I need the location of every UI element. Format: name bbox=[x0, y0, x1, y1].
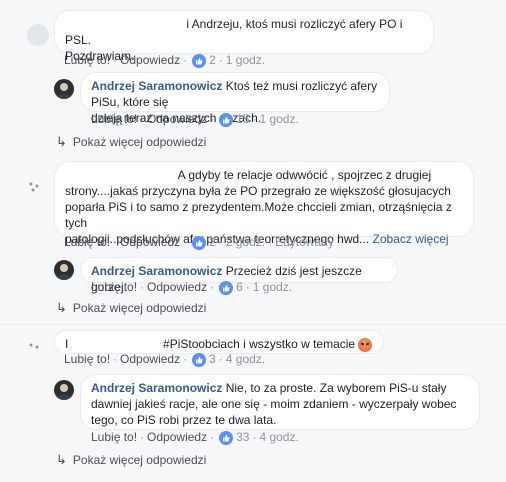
like-link[interactable]: Lubię to! bbox=[64, 352, 110, 366]
like-link[interactable]: Lubię to! bbox=[91, 430, 137, 444]
reply-link[interactable]: Odpowiedz bbox=[120, 352, 180, 366]
thumbs-up-icon[interactable] bbox=[219, 430, 234, 445]
like-count[interactable]: 33 bbox=[236, 430, 249, 444]
like-count[interactable]: 6 bbox=[236, 280, 243, 294]
reply-arrow-icon: ↳ bbox=[56, 300, 67, 315]
timestamp[interactable]: 1 godz. bbox=[226, 53, 265, 67]
commenter-avatar[interactable] bbox=[27, 24, 49, 46]
reply-link[interactable]: Odpowiedz bbox=[147, 112, 207, 126]
reply-bubble: Andrzej Saramonowicz Nie, to za proste. … bbox=[80, 374, 480, 430]
reply-bubble: Andrzej Saramonowicz Ktoś też musi rozli… bbox=[80, 72, 390, 125]
comment-text-line3: poparła PiS i to samo z prezydentem.Może… bbox=[65, 200, 452, 230]
reply-author-avatar[interactable] bbox=[54, 260, 74, 280]
show-more-replies[interactable]: ↳ Pokaż więcej odpowiedzi bbox=[56, 300, 206, 316]
reply-author-name[interactable]: Andrzej Saramonowicz bbox=[91, 264, 222, 278]
comment-actions: Lubię to! · Odpowiedz · 2 · 2 godz. · Edytowany bbox=[64, 235, 334, 250]
like-count[interactable]: 3 bbox=[209, 352, 216, 366]
show-more-label[interactable]: Pokaż więcej odpowiedzi bbox=[73, 135, 206, 149]
redacted-name bbox=[71, 337, 160, 352]
show-more-replies[interactable]: ↳ Pokaż więcej odpowiedzi bbox=[56, 452, 206, 468]
like-count[interactable]: 15 bbox=[236, 112, 249, 126]
reply-author-avatar[interactable] bbox=[54, 380, 74, 400]
timestamp[interactable]: 1 godz. bbox=[253, 280, 292, 294]
comment-text: #PiStoobciach i wszystko w temacie bbox=[163, 337, 356, 351]
comment-text-prefix: I bbox=[65, 337, 69, 351]
reply-author-name[interactable]: Andrzej Saramonowicz bbox=[91, 79, 222, 93]
reply-link[interactable]: Odpowiedz bbox=[147, 430, 207, 444]
reply-text-line3: tego, co PiS robi przez te dwa lata. bbox=[91, 413, 277, 427]
like-link[interactable]: Lubię to! bbox=[91, 112, 137, 126]
timestamp[interactable]: 4 godz. bbox=[259, 430, 298, 444]
comment-bubble: I #PiStoobciach i wszystko w temacie bbox=[54, 330, 384, 354]
reply-link[interactable]: Odpowiedz bbox=[120, 235, 180, 249]
timestamp[interactable]: 2 godz. bbox=[226, 235, 265, 249]
thumbs-up-icon[interactable] bbox=[219, 280, 234, 295]
comment-text: A gdyby te relacje odwwócić , spojrzec z… bbox=[177, 168, 432, 182]
like-count[interactable]: 2 bbox=[209, 235, 216, 249]
like-link[interactable]: Lubię to! bbox=[64, 235, 110, 249]
redacted-name bbox=[65, 168, 175, 183]
comment-bubble: i Andrzeju, ktoś musi rozliczyć afery PO… bbox=[54, 10, 434, 63]
thumbs-up-icon[interactable] bbox=[219, 112, 234, 127]
reply-actions: Lubię to! · Odpowiedz · 6 · 1 godz. bbox=[91, 280, 293, 295]
reply-link[interactable]: Odpowiedz bbox=[120, 53, 180, 67]
thumbs-up-icon[interactable] bbox=[192, 53, 207, 68]
timestamp[interactable]: 1 godz. bbox=[259, 112, 298, 126]
thread-divider bbox=[0, 324, 506, 325]
commenter-avatar[interactable] bbox=[27, 176, 49, 198]
timestamp[interactable]: 4 godz. bbox=[226, 352, 265, 366]
like-count[interactable]: 2 bbox=[209, 53, 216, 67]
reply-actions: Lubię to! · Odpowiedz · 33 · 4 godz. bbox=[91, 430, 299, 445]
reply-actions: Lubię to! · Odpowiedz · 15 · 1 godz. bbox=[91, 112, 299, 127]
thumbs-up-icon[interactable] bbox=[192, 235, 207, 250]
like-link[interactable]: Lubię to! bbox=[91, 280, 137, 294]
show-more-label[interactable]: Pokaż więcej odpowiedzi bbox=[73, 453, 206, 467]
see-more-link[interactable]: Zobacz więcej bbox=[373, 232, 449, 246]
reply-text: Nie, to za proste. Za wyborem PiS-u stał… bbox=[225, 381, 447, 395]
edited-label[interactable]: Edytowany bbox=[275, 235, 334, 249]
reply-text-line2: dawniej jakieś racje, ale one się - moim… bbox=[91, 397, 457, 411]
show-more-label[interactable]: Pokaż więcej odpowiedzi bbox=[73, 301, 206, 315]
thumbs-up-icon[interactable] bbox=[192, 352, 207, 367]
comment-bubble: A gdyby te relacje odwwócić , spojrzec z… bbox=[54, 161, 474, 246]
like-link[interactable]: Lubię to! bbox=[64, 53, 110, 67]
comment-actions: Lubię to! · Odpowiedz · 2 · 1 godz. bbox=[64, 53, 266, 68]
reply-arrow-icon: ↳ bbox=[56, 134, 67, 149]
commenter-avatar[interactable] bbox=[27, 335, 49, 357]
reply-author-avatar[interactable] bbox=[54, 79, 74, 99]
reply-author-name[interactable]: Andrzej Saramonowicz bbox=[91, 381, 222, 395]
angry-face-emoji bbox=[358, 337, 373, 352]
reply-link[interactable]: Odpowiedz bbox=[147, 280, 207, 294]
redacted-name bbox=[65, 17, 183, 32]
reply-arrow-icon: ↳ bbox=[56, 452, 67, 467]
show-more-replies[interactable]: ↳ Pokaż więcej odpowiedzi bbox=[56, 134, 206, 150]
comment-actions: Lubię to! · Odpowiedz · 3 · 4 godz. bbox=[64, 352, 266, 367]
comment-text-line2: strony....jakaś przyczyna była że PO prz… bbox=[65, 184, 451, 198]
